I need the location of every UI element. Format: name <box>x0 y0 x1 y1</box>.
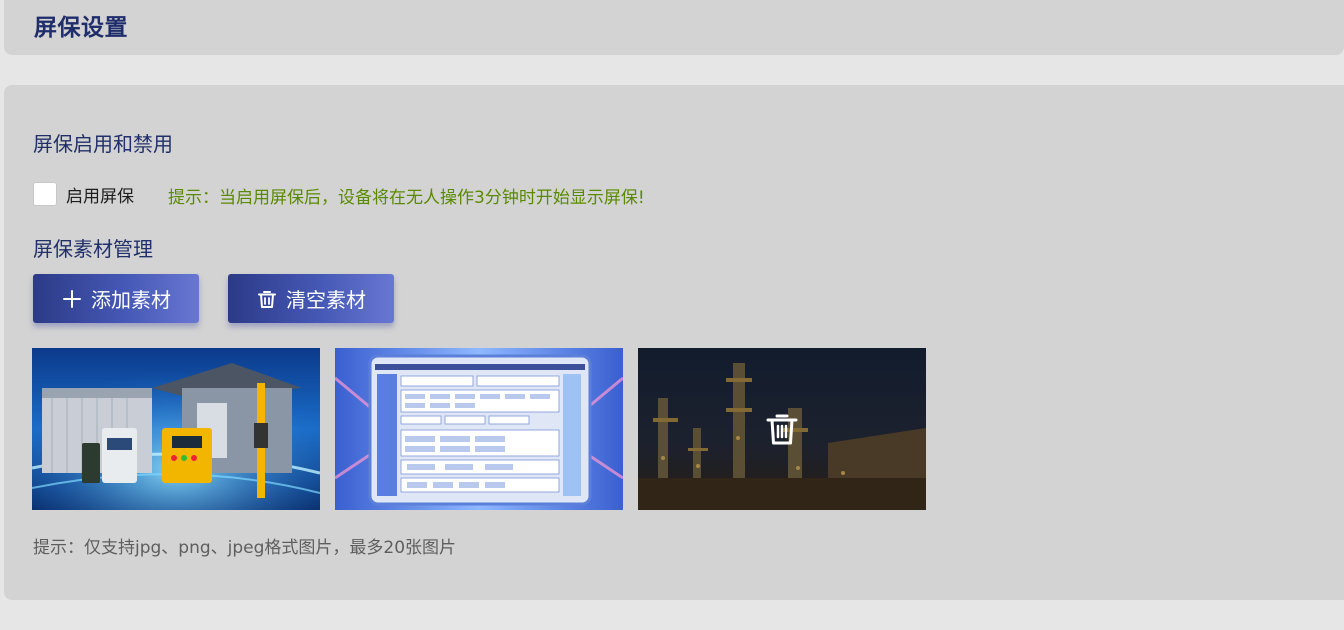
enable-screensaver-row[interactable]: 启用屏保 <box>33 181 134 207</box>
enable-screensaver-checkbox[interactable] <box>33 182 57 206</box>
add-material-label: 添加素材 <box>91 288 171 312</box>
clear-material-button[interactable]: 清空素材 <box>228 274 394 323</box>
industrial-equipment-image <box>32 348 320 510</box>
delete-overlay[interactable] <box>638 348 926 510</box>
material-section-title: 屏保素材管理 <box>33 237 153 261</box>
material-image-2[interactable] <box>335 348 623 510</box>
trash-icon[interactable] <box>763 410 801 448</box>
plus-icon <box>61 288 83 310</box>
format-tip: 提示：仅支持jpg、png、jpeg格式图片，最多20张图片 <box>33 538 457 558</box>
material-image-1[interactable] <box>32 348 320 510</box>
enable-section-title: 屏保启用和禁用 <box>33 132 173 156</box>
enable-screensaver-label[interactable]: 启用屏保 <box>66 182 134 207</box>
clear-material-label: 清空素材 <box>286 288 366 312</box>
material-image-3[interactable] <box>638 348 926 510</box>
header-card: 屏保设置 <box>4 0 1344 55</box>
trash-icon <box>256 288 278 310</box>
enable-tip: 提示：当启用屏保后，设备将在无人操作3分钟时开始显示屏保! <box>168 188 645 208</box>
page-title: 屏保设置 <box>34 15 128 41</box>
platform-architecture-image <box>335 348 623 510</box>
add-material-button[interactable]: 添加素材 <box>33 274 199 323</box>
settings-card: 屏保启用和禁用 启用屏保 提示：当启用屏保后，设备将在无人操作3分钟时开始显示屏… <box>4 85 1344 600</box>
